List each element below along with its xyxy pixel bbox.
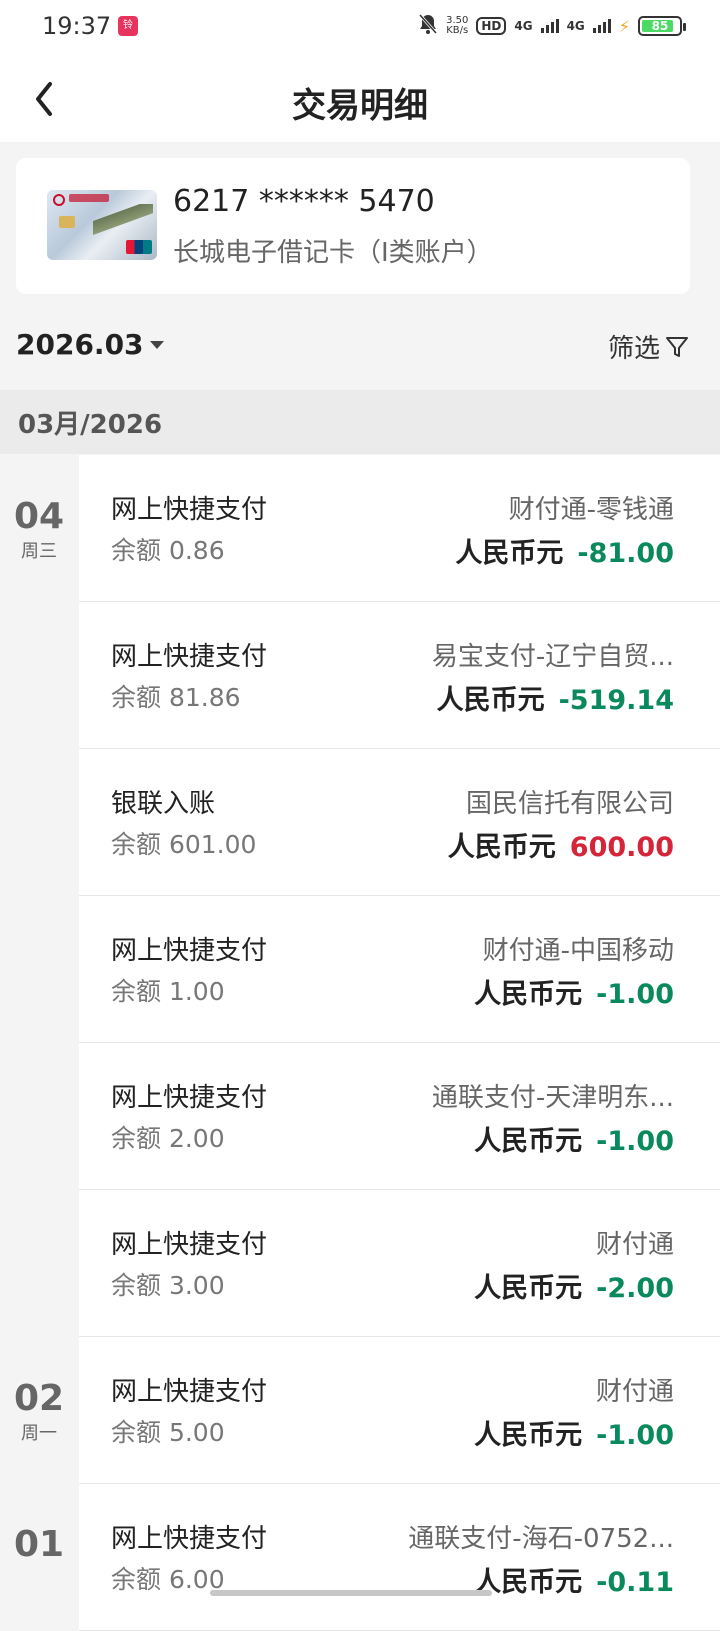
page-title: 交易明细 bbox=[292, 86, 428, 126]
bank-card-image bbox=[47, 190, 157, 260]
filter-bar: 2026.03 筛选 bbox=[0, 312, 720, 384]
transaction-merchant: 财付通-零钱通 bbox=[508, 495, 674, 525]
network-speed: 3.50 KB/s bbox=[446, 15, 469, 36]
month-group-header: 03月/2026 bbox=[0, 390, 720, 454]
transaction-amount: -1.00 bbox=[596, 979, 674, 1010]
date-day: 04 bbox=[13, 496, 65, 537]
status-time: 19:37 bbox=[42, 12, 112, 40]
transaction-type: 网上快捷支付 bbox=[111, 1377, 268, 1407]
transaction-amount: -1.00 bbox=[596, 1126, 674, 1157]
transaction-merchant: 财付通 bbox=[595, 1377, 674, 1407]
month-selector[interactable]: 2026.03 bbox=[16, 328, 164, 361]
filter-button[interactable]: 筛选 bbox=[608, 328, 690, 365]
transaction-merchant: 财付通 bbox=[595, 1230, 674, 1260]
transaction-merchant: 国民信托有限公司 bbox=[465, 789, 674, 819]
transaction-balance: 余额 3.00 bbox=[111, 1271, 225, 1300]
network-type-1: 4G bbox=[514, 19, 533, 33]
signal-icon-2 bbox=[592, 19, 611, 33]
transaction-balance: 余额 601.00 bbox=[111, 830, 257, 859]
transaction-type: 网上快捷支付 bbox=[111, 495, 268, 525]
scroll-indicator[interactable] bbox=[210, 1590, 492, 1596]
signal-icon bbox=[540, 19, 559, 33]
transaction-row[interactable]: 网上快捷支付 余额 3.00 财付通 人民币元 -2.00 bbox=[79, 1190, 720, 1337]
transaction-currency: 人民币元 bbox=[474, 979, 583, 1010]
transaction-type: 银联入账 bbox=[111, 789, 216, 819]
transaction-amount: -81.00 bbox=[577, 538, 674, 569]
transaction-amount: -0.11 bbox=[596, 1567, 674, 1598]
battery-icon: 85 bbox=[638, 16, 686, 36]
transaction-row[interactable]: 网上快捷支付 余额 2.00 通联支付-天津明东... 人民币元 -1.00 bbox=[79, 1043, 720, 1190]
date-weekday: 周三 bbox=[21, 541, 57, 562]
transaction-merchant: 通联支付-天津明东... bbox=[431, 1083, 674, 1113]
charging-icon: ⚡ bbox=[618, 16, 630, 36]
transaction-currency: 人民币元 bbox=[447, 832, 556, 863]
battery-level: 85 bbox=[651, 19, 669, 33]
month-group-label: 03月/2026 bbox=[18, 410, 163, 440]
transaction-list[interactable]: 04 周三 02 周一 01 网上快捷支付 余额 0.86 财付通-零钱通 人民… bbox=[0, 455, 720, 1631]
transaction-currency: 人民币元 bbox=[474, 1420, 583, 1451]
date-label: 02 周一 bbox=[0, 1379, 78, 1445]
app-header: 交易明细 bbox=[0, 56, 720, 142]
date-weekday: 周一 bbox=[21, 1423, 57, 1444]
transaction-balance: 余额 0.86 bbox=[111, 536, 225, 565]
transaction-currency: 人民币元 bbox=[436, 685, 545, 716]
network-type-2: 4G bbox=[566, 19, 585, 33]
status-bar: 19:37 铃 3.50 KB/s HD 4G 4G ⚡ 85 bbox=[0, 0, 720, 56]
card-number: 6217 ****** 5470 bbox=[173, 184, 435, 219]
transaction-row[interactable]: 网上快捷支付 余额 0.86 财付通-零钱通 人民币元 -81.00 bbox=[79, 455, 720, 602]
transaction-merchant: 财付通-中国移动 bbox=[482, 936, 674, 966]
transaction-type: 网上快捷支付 bbox=[111, 936, 268, 966]
transaction-amount: -519.14 bbox=[558, 685, 674, 716]
card-type: 长城电子借记卡（I类账户） bbox=[173, 238, 493, 268]
transaction-balance: 余额 1.00 bbox=[111, 977, 225, 1006]
date-day: 01 bbox=[13, 1524, 65, 1565]
transaction-merchant: 易宝支付-辽宁自贸... bbox=[431, 642, 674, 672]
transaction-type: 网上快捷支付 bbox=[111, 1524, 268, 1554]
selected-month: 2026.03 bbox=[16, 328, 144, 361]
transaction-balance: 余额 81.86 bbox=[111, 683, 241, 712]
hd-icon: HD bbox=[476, 17, 507, 35]
status-indicators: 3.50 KB/s HD 4G 4G ⚡ 85 bbox=[418, 13, 686, 39]
transaction-merchant: 通联支付-海石-0752... bbox=[408, 1524, 674, 1554]
transaction-row[interactable]: 网上快捷支付 余额 81.86 易宝支付-辽宁自贸... 人民币元 -519.14 bbox=[79, 602, 720, 749]
transaction-balance: 余额 2.00 bbox=[111, 1124, 225, 1153]
transaction-amount: -2.00 bbox=[596, 1273, 674, 1304]
mute-bell-icon bbox=[418, 13, 438, 39]
date-label: 01 bbox=[0, 1525, 78, 1565]
transaction-type: 网上快捷支付 bbox=[111, 642, 268, 672]
transaction-currency: 人民币元 bbox=[474, 1126, 583, 1157]
date-day: 02 bbox=[13, 1378, 65, 1419]
transaction-currency: 人民币元 bbox=[455, 538, 564, 569]
funnel-icon bbox=[666, 336, 688, 357]
transaction-amount: -1.00 bbox=[596, 1420, 674, 1451]
transaction-row[interactable]: 网上快捷支付 余额 5.00 财付通 人民币元 -1.00 bbox=[79, 1337, 720, 1484]
filter-label: 筛选 bbox=[607, 334, 660, 364]
account-card: 6217 ****** 5470 长城电子借记卡（I类账户） bbox=[16, 158, 690, 294]
date-label: 04 周三 bbox=[0, 497, 78, 563]
caret-down-icon bbox=[149, 340, 164, 349]
transaction-amount: 600.00 bbox=[569, 832, 674, 863]
transaction-balance: 余额 5.00 bbox=[111, 1418, 225, 1447]
transaction-type: 网上快捷支付 bbox=[111, 1230, 268, 1260]
transaction-balance: 余额 6.00 bbox=[111, 1565, 225, 1594]
transaction-row[interactable]: 网上快捷支付 余额 1.00 财付通-中国移动 人民币元 -1.00 bbox=[79, 896, 720, 1043]
transaction-currency: 人民币元 bbox=[474, 1273, 583, 1304]
transaction-row[interactable]: 网上快捷支付 余额 6.00 通联支付-海石-0752... 人民币元 -0.11 bbox=[79, 1484, 720, 1631]
transaction-type: 网上快捷支付 bbox=[111, 1083, 268, 1113]
app-notification-icon: 铃 bbox=[118, 16, 138, 36]
transaction-row[interactable]: 银联入账 余额 601.00 国民信托有限公司 人民币元 600.00 bbox=[79, 749, 720, 896]
